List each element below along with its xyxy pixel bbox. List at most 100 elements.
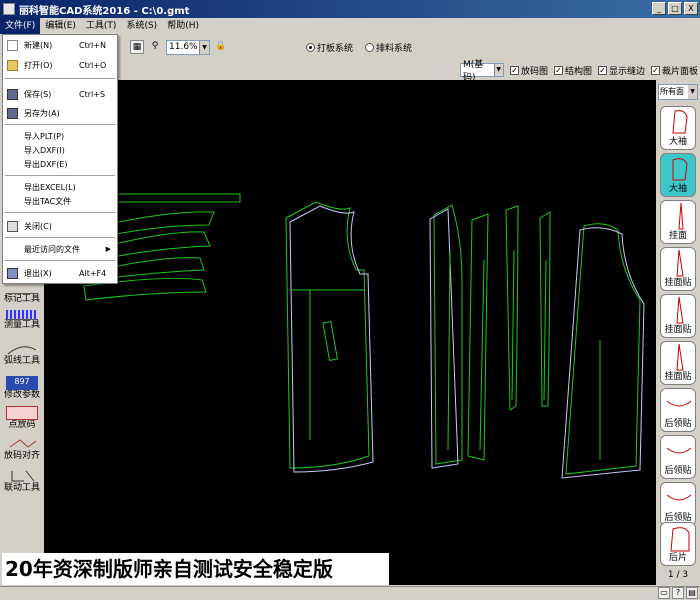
menu-item-exit[interactable]: 退出(X) Alt+F4 (3, 267, 117, 280)
piece-label: 后领贴 (664, 466, 692, 476)
menu-separator (5, 124, 115, 125)
piece-shape-icon (666, 494, 692, 501)
piece-label: 挂面贴 (664, 278, 692, 288)
lock-icon[interactable]: 🔒 (214, 40, 228, 54)
menu-separator (5, 175, 115, 176)
menu-item-recent-files[interactable]: 最近访问的文件 ▶ (3, 243, 117, 256)
menu-item-export-excel[interactable]: 导出EXCEL(L) (3, 181, 117, 194)
tool-link[interactable]: 联动工具 (2, 469, 42, 494)
menu-item-label: 导入PLT(P) (24, 132, 65, 141)
piece-thumb[interactable]: 挂面贴 (660, 294, 696, 338)
window-controls: _ □ X (652, 2, 698, 15)
menu-system[interactable]: 系统(S) (121, 18, 162, 34)
menu-item-import-plt[interactable]: 导入PLT(P) (3, 130, 117, 143)
piece-thumb[interactable]: 后片 (660, 522, 696, 566)
tool-label: 弧线工具 (3, 356, 40, 366)
grade-align-icon (6, 437, 38, 451)
tool-label: 标记工具 (3, 294, 40, 304)
chevron-down-icon: ▼ (493, 64, 503, 76)
menu-item-import-dxf[interactable]: 导入DXF(I) (3, 144, 117, 157)
piece-shape-icon (676, 249, 684, 277)
checkbox-grade-view[interactable]: ✓ 放码图 (509, 64, 548, 77)
menu-item-save[interactable]: 保存(S) Ctrl+S (3, 88, 117, 101)
checkbox-show-seam[interactable]: ✓ 显示缝边 (597, 64, 645, 77)
back-panel-piece[interactable] (565, 223, 641, 475)
checkbox-structure-view[interactable]: ✓ 结构图 (553, 64, 592, 77)
piece-shape-icon (676, 296, 684, 324)
options-bar: M(基码) ▼ ✓ 放码图 ✓ 结构图 ✓ 显示缝边 ✓ 裁片面板 (118, 60, 700, 83)
front-panel-piece[interactable] (285, 201, 370, 469)
zoom-select[interactable]: 11.6% ▼ (166, 39, 210, 55)
radio-layout-system[interactable]: 排料系统 (365, 41, 412, 54)
settings-icon[interactable]: ▤ (686, 587, 698, 599)
piece-thumb[interactable]: 大袖 (660, 153, 696, 197)
menu-item-new[interactable]: 新建(N) Ctrl+N (3, 39, 117, 52)
radio-pattern-system[interactable]: 打板系统 (306, 41, 353, 54)
tool-measure[interactable]: 测量工具 (2, 310, 42, 331)
piece-shape-icon (672, 158, 688, 181)
check-icon: ✓ (509, 65, 519, 75)
menu-item-save-as[interactable]: 另存为(A) (3, 107, 117, 120)
check-icon: ✓ (650, 65, 660, 75)
menu-item-label: 导入DXF(I) (24, 146, 65, 155)
menu-item-export-dxf[interactable]: 导出DXF(E) (3, 158, 117, 171)
measure-ruler-icon (6, 310, 38, 320)
tool-label: 修改参数 (3, 390, 40, 400)
menu-item-shortcut: Ctrl+N (79, 41, 106, 50)
piece-shape-icon (670, 527, 690, 552)
menu-item-open[interactable]: 打开(O) Ctrl+O (3, 59, 117, 72)
piece-panel: 所有面 ▼ 大袖 大袖 挂面 挂面贴 挂面贴 挂面贴 后领贴 后领贴 后领贴 后… (656, 82, 700, 585)
menu-item-shortcut: Alt+F4 (79, 269, 107, 278)
piece-shape-icon (676, 343, 684, 371)
piece-filter-value: 所有面 (660, 87, 684, 96)
tool-label: 点放码 (8, 420, 36, 430)
close-button[interactable]: X (684, 2, 698, 15)
checkbox-piece-panel[interactable]: ✓ 裁片面板 (650, 64, 698, 77)
menu-item-label: 导出TAC文件 (24, 197, 72, 206)
tool-arc[interactable]: 弧线工具 (2, 342, 42, 367)
drawing-canvas[interactable] (44, 80, 656, 585)
menu-help[interactable]: 帮助(H) (162, 18, 204, 34)
grid-icon[interactable]: ▦ (130, 40, 144, 54)
piece-filter-select[interactable]: 所有面 ▼ (658, 84, 698, 100)
piece-thumb[interactable]: 后领贴 (660, 482, 696, 526)
piece-thumb[interactable]: 挂面贴 (660, 247, 696, 291)
piece-thumb[interactable]: 挂面 (660, 200, 696, 244)
piece-thumb[interactable]: 后领贴 (660, 435, 696, 479)
tool-edit-param[interactable]: 897 修改参数 (2, 376, 42, 401)
open-folder-icon (7, 60, 18, 71)
radio-dot-off (365, 42, 375, 52)
menu-item-label: 打开(O) (24, 61, 53, 70)
menu-tools[interactable]: 工具(T) (81, 18, 122, 34)
piece-shape-icon (666, 400, 692, 407)
checkbox-label: 裁片面板 (661, 66, 698, 77)
maximize-button[interactable]: □ (668, 2, 682, 15)
menu-item-close[interactable]: 关闭(C) (3, 220, 117, 233)
tool-grade-align[interactable]: 放码对齐 (2, 437, 42, 462)
keyboard-icon[interactable]: ▭ (658, 587, 670, 599)
menu-file[interactable]: 文件(F) (0, 18, 41, 34)
sleeve-piece[interactable] (467, 213, 489, 461)
piece-thumb[interactable]: 后领贴 (660, 388, 696, 432)
promo-banner: 20年资深制版师亲自测试安全稳定版 (2, 553, 389, 585)
minimize-button[interactable]: _ (652, 2, 666, 15)
save-disk-icon (7, 89, 18, 100)
piece-thumb[interactable]: 挂面贴 (660, 341, 696, 385)
menu-item-label: 新建(N) (24, 41, 53, 50)
menu-separator (5, 78, 115, 79)
edit-param-icon: 897 (6, 376, 38, 390)
menu-item-label: 导出DXF(E) (24, 160, 68, 169)
piece-label: 后领贴 (664, 419, 692, 429)
menu-item-export-tac[interactable]: 导出TAC文件 (3, 195, 117, 208)
menu-edit[interactable]: 编辑(E) (40, 18, 81, 34)
tool-point-grade[interactable]: 点放码 (2, 406, 42, 431)
link-tool-icon (6, 469, 38, 483)
help-icon[interactable]: ? (672, 587, 684, 599)
zoom-icon[interactable]: ⚲ (148, 40, 162, 54)
zoom-value: 11.6% (169, 42, 198, 52)
piece-label: 大袖 (668, 137, 687, 147)
pattern-piece[interactable] (115, 193, 241, 203)
size-select[interactable]: M(基码) ▼ (459, 60, 504, 83)
piece-label: 挂面贴 (664, 372, 692, 382)
piece-thumb[interactable]: 大袖 (660, 106, 696, 150)
